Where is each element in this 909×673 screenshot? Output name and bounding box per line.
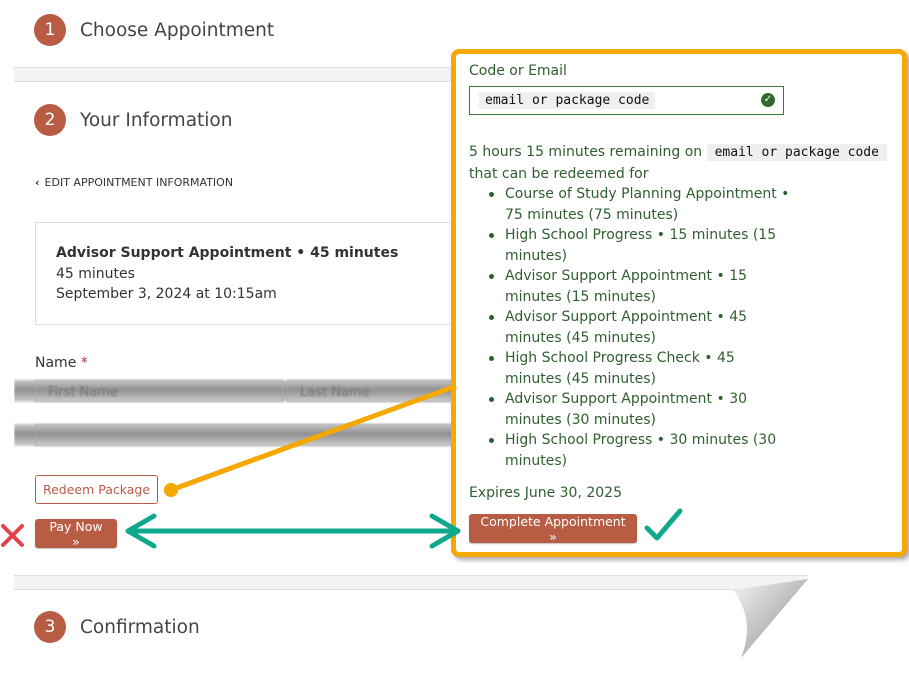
step-2-header: 2 Your Information [34,104,232,136]
appointment-datetime: September 3, 2024 at 10:15am [56,286,277,302]
package-item: Course of Study Planning Appointment • 7… [489,184,792,225]
complete-appointment-button[interactable]: Complete Appointment » [469,514,637,544]
remaining-suffix: that can be redeemed for [469,165,649,182]
package-item: Advisor Support Appointment • 15 minutes… [489,266,792,307]
package-item: Advisor Support Appointment • 30 minutes… [489,389,792,430]
edit-appointment-label: EDIT APPOINTMENT INFORMATION [44,176,234,189]
package-list: Course of Study Planning Appointment • 7… [489,184,792,471]
code-email-label: Code or Email [469,63,567,79]
check-circle-icon: ✓ [761,93,775,107]
step-2-title: Your Information [80,109,233,131]
appointment-summary: Advisor Support Appointment • 45 minutes… [35,222,475,325]
package-item: High School Progress • 30 minutes (30 mi… [489,430,792,471]
step-2-number: 2 [34,104,66,136]
name-label-text: Name [35,355,77,371]
step-3-title: Confirmation [80,616,200,638]
pay-now-button[interactable]: Pay Now » [35,519,117,549]
code-email-input[interactable]: email or package code ✓ [469,86,784,115]
step-1-header[interactable]: 1 Choose Appointment [34,14,274,46]
step-3-number: 3 [34,611,66,643]
redeem-package-button[interactable]: Redeem Package [35,475,158,504]
first-name-placeholder: First Name [48,385,118,400]
chevron-left-icon: ‹ [35,176,40,189]
name-label: Name * [35,355,88,371]
appointment-title: Advisor Support Appointment • 45 minutes [56,245,399,261]
step-3-header: 3 Confirmation [34,611,200,643]
remaining-text: 5 hours 15 minutes remaining on email or… [469,142,909,184]
section-divider-2 [14,575,808,590]
package-item: High School Progress Check • 45 minutes … [489,348,792,389]
last-name-placeholder: Last Name [300,385,370,400]
appointment-duration: 45 minutes [56,265,135,282]
code-email-value: email or package code [479,92,656,109]
edit-appointment-link[interactable]: ‹ EDIT APPOINTMENT INFORMATION [35,176,233,189]
step-1-title: Choose Appointment [80,19,275,41]
remaining-prefix: 5 hours 15 minutes remaining on [469,144,703,160]
last-name-input[interactable]: Last Name [287,380,457,402]
required-marker: * [80,355,88,371]
package-item: High School Progress • 15 minutes (15 mi… [489,225,792,266]
package-item: Advisor Support Appointment • 45 minutes… [489,307,792,348]
step-1-number: 1 [34,14,66,46]
first-name-input[interactable]: First Name [35,380,283,402]
remaining-code: email or package code [706,144,887,161]
blurred-input[interactable] [35,424,455,446]
redeem-package-panel: Code or Email email or package code ✓ 5 … [451,49,907,557]
expiration-date: Expires June 30, 2025 [469,485,622,501]
